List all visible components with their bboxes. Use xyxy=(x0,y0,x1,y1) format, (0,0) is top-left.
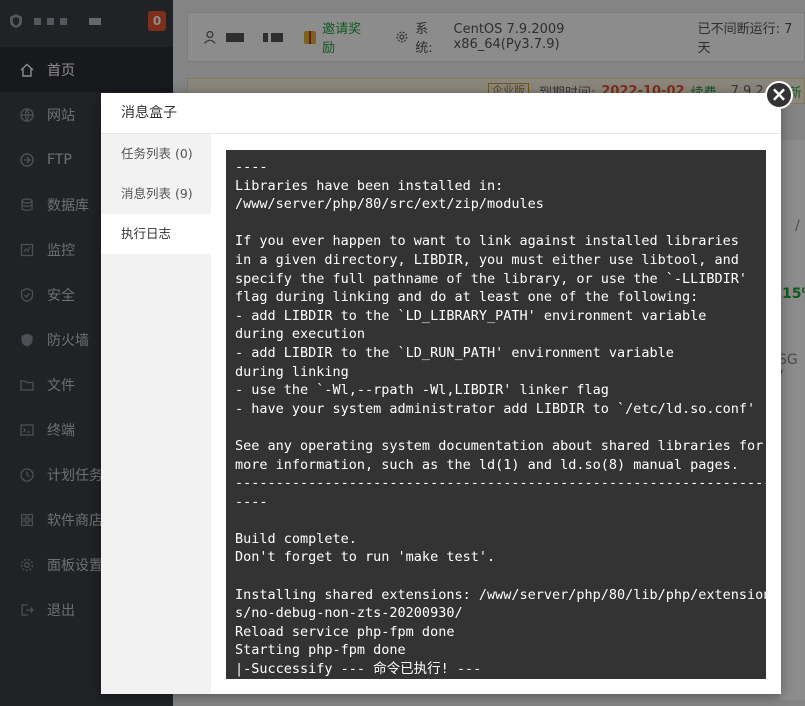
log-line: Installing shared extensions: /www/serve… xyxy=(235,586,766,603)
log-line: s/no-debug-non-zts-20200930/ xyxy=(235,605,463,622)
log-line: specify the full pathname of the library… xyxy=(235,270,748,287)
log-line: |-Successify --- 命令已执行! --- xyxy=(235,661,482,678)
log-line: See any operating system documentation a… xyxy=(235,437,764,454)
log-line: Don't forget to run 'make test'. xyxy=(235,549,496,566)
log-line: If you ever happen to want to link again… xyxy=(235,233,739,250)
log-line: during linking xyxy=(235,363,349,380)
log-line: Libraries have been installed in: xyxy=(235,177,504,194)
dialog-tab-list: 任务列表 (0) 消息列表 (9) 执行日志 xyxy=(101,134,211,694)
log-line: Reload service php-fpm done xyxy=(235,623,455,640)
close-dialog-button[interactable]: × xyxy=(765,81,793,109)
log-line: ----------------------------------------… xyxy=(235,475,766,492)
tab-message-list[interactable]: 消息列表 (9) xyxy=(101,174,211,214)
log-line: Build complete. xyxy=(235,530,357,547)
log-line: during execution xyxy=(235,326,366,343)
log-line: - add LIBDIR to the `LD_LIBRARY_PATH' en… xyxy=(235,307,707,324)
log-line: ---- xyxy=(235,159,268,175)
tab-task-list[interactable]: 任务列表 (0) xyxy=(101,134,211,174)
dialog-title: 消息盒子 xyxy=(101,93,781,134)
log-line: Starting php-fpm done xyxy=(235,642,406,659)
log-line: - have your system administrator add LIB… xyxy=(235,400,756,417)
log-line: in a given directory, LIBDIR, you must e… xyxy=(235,251,739,268)
message-box-dialog: 消息盒子 任务列表 (0) 消息列表 (9) 执行日志 ---- Librarie… xyxy=(101,93,781,694)
log-line: flag during linking and do at least one … xyxy=(235,289,699,306)
log-line: /www/server/php/80/src/ext/zip/modules xyxy=(235,196,544,213)
execution-log-output[interactable]: ---- Libraries have been installed in: /ww… xyxy=(226,150,766,679)
log-line: more information, such as the ld(1) and … xyxy=(235,456,739,473)
log-line: ---- xyxy=(235,493,268,510)
log-line: - use the `-Wl,--rpath -Wl,LIBDIR' linke… xyxy=(235,382,609,399)
tab-execution-log[interactable]: 执行日志 xyxy=(101,214,211,254)
log-line: - add LIBDIR to the `LD_RUN_PATH' enviro… xyxy=(235,344,674,361)
